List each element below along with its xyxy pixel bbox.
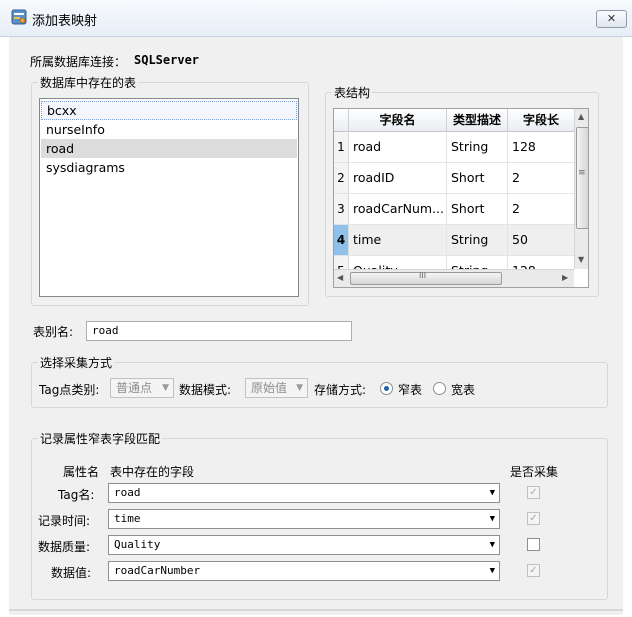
data-quality-label: 数据质量: (38, 540, 91, 554)
mapping-group-title: 记录属性窄表字段匹配 (38, 430, 163, 447)
tag-type-label: Tag点类别: (39, 383, 100, 397)
data-value-field-select[interactable]: roadCarNumber ▼ (108, 561, 500, 581)
field-type-cell: String (447, 225, 508, 255)
table-row[interactable]: 3 roadCarNum... Short 2 (334, 194, 574, 225)
field-name-cell: road (349, 132, 447, 162)
tag-name-field-select[interactable]: road ▼ (108, 483, 500, 503)
vertical-scrollbar[interactable]: ▲ ≡ ▼ (574, 109, 588, 269)
row-number: 2 (334, 163, 349, 193)
window-title: 添加表映射 (32, 14, 98, 29)
table-row[interactable]: 4 time String 50 (334, 225, 574, 256)
record-time-collect-checkbox[interactable]: ✓ (527, 512, 540, 525)
grip-icon: ≡ (578, 168, 586, 178)
field-header: 表中存在的字段 (110, 465, 195, 479)
wide-table-radio[interactable] (433, 382, 446, 395)
field-length-cell: 50 (512, 232, 528, 247)
wide-table-label[interactable]: 宽表 (451, 381, 475, 398)
field-length-cell: 2 (512, 170, 520, 185)
table-row[interactable]: 2 roadID Short 2 (334, 163, 574, 194)
field-type-cell: String (447, 132, 508, 162)
row-number: 4 (334, 225, 349, 255)
narrow-table-label[interactable]: 窄表 (398, 381, 422, 398)
tag-type-select[interactable]: 普通点 ▼ (110, 378, 174, 398)
connection-label: 所属数据库连接： (30, 55, 127, 69)
list-item[interactable]: road (41, 139, 297, 158)
list-item[interactable]: bcxx (41, 101, 297, 120)
vertical-scroll-thumb[interactable]: ≡ (576, 127, 588, 229)
check-icon: ✓ (529, 487, 538, 498)
chevron-down-icon: ▼ (296, 383, 303, 393)
column-header[interactable]: 字段名 (349, 109, 447, 131)
tag-name-collect-checkbox[interactable]: ✓ (527, 486, 540, 499)
collect-group-title: 选择采集方式 (38, 354, 115, 371)
app-icon (11, 9, 27, 25)
chevron-down-icon: ▼ (489, 514, 495, 524)
check-icon: ✓ (529, 565, 538, 576)
close-button[interactable]: ✕ (596, 10, 627, 28)
scroll-right-icon[interactable]: ▶ (562, 273, 568, 282)
collect-header: 是否采集 (510, 465, 559, 479)
field-name-cell: roadCarNum... (349, 194, 447, 224)
record-time-field-select[interactable]: time ▼ (108, 509, 500, 529)
chevron-down-icon: ▼ (489, 488, 495, 498)
chevron-down-icon: ▼ (162, 383, 169, 393)
structure-grid[interactable]: 字段名 类型描述 字段长 1 road String 128 2 roadID … (333, 108, 589, 288)
connection-value: SQLServer (134, 53, 200, 67)
row-header-corner (334, 109, 349, 131)
chevron-down-icon: ▼ (489, 566, 495, 576)
list-item[interactable]: nurseInfo (41, 120, 297, 139)
data-mode-label: 数据模式: (179, 383, 232, 397)
field-name-cell: roadID (349, 163, 447, 193)
table-row[interactable]: 1 road String 128 (334, 132, 574, 163)
row-number: 3 (334, 194, 349, 224)
data-mode-select[interactable]: 原始值 ▼ (245, 378, 308, 398)
field-length-cell: 2 (512, 201, 520, 216)
column-header[interactable]: 字段长 (508, 109, 574, 131)
chevron-down-icon: ▼ (489, 540, 495, 550)
storage-label: 存储方式: (314, 383, 367, 397)
field-type-cell: Short (447, 194, 508, 224)
list-item[interactable]: sysdiagrams (41, 158, 297, 177)
data-quality-field-value: Quality (114, 538, 161, 551)
structure-group-title: 表结构 (332, 84, 373, 101)
field-type-cell: Short (447, 163, 508, 193)
close-icon: ✕ (606, 12, 617, 25)
record-time-label: 记录时间: (38, 514, 91, 528)
tag-name-field-value: road (114, 486, 141, 499)
grip-icon: III (419, 271, 427, 280)
data-quality-collect-checkbox[interactable] (527, 538, 540, 551)
alias-label: 表别名: (33, 325, 74, 339)
alias-input[interactable]: road (86, 321, 352, 341)
tables-listbox[interactable]: bcxx nurseInfo road sysdiagrams (39, 98, 299, 297)
attribute-header: 属性名 (63, 465, 100, 479)
scroll-up-icon[interactable]: ▲ (578, 112, 584, 121)
horizontal-scroll-thumb[interactable]: III (350, 271, 502, 285)
column-header[interactable]: 类型描述 (447, 109, 508, 131)
grid-header: 字段名 类型描述 字段长 (334, 109, 574, 132)
horizontal-scrollbar[interactable]: ◀ III ▶ (334, 269, 574, 287)
row-number: 1 (334, 132, 349, 162)
scroll-left-icon[interactable]: ◀ (337, 273, 343, 282)
scroll-down-icon[interactable]: ▼ (578, 255, 584, 264)
title-bar: 添加表映射 ✕ (0, 0, 632, 37)
tables-group-title: 数据库中存在的表 (38, 74, 139, 91)
tag-name-label: Tag名: (58, 488, 95, 502)
record-time-field-value: time (114, 512, 141, 525)
tag-type-value: 普通点 (116, 381, 153, 395)
data-value-collect-checkbox[interactable]: ✓ (527, 564, 540, 577)
field-name-cell: time (349, 225, 447, 255)
data-value-field-value: roadCarNumber (114, 564, 201, 577)
data-value-label: 数据值: (51, 566, 92, 580)
dialog-bottom-divider (9, 609, 623, 611)
narrow-table-radio[interactable] (380, 382, 393, 395)
check-icon: ✓ (529, 513, 538, 524)
data-quality-field-select[interactable]: Quality ▼ (108, 535, 500, 555)
field-length-cell: 128 (512, 139, 536, 154)
data-mode-value: 原始值 (251, 381, 288, 395)
